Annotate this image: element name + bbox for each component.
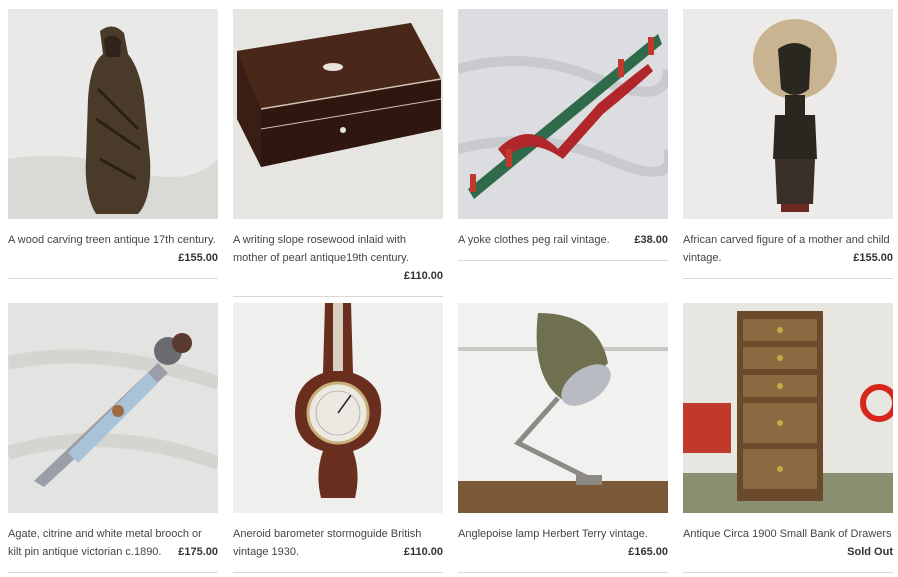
product-info: African carved figure of a mother and ch… <box>683 231 893 267</box>
product-info: Aneroid barometer stormoguide British vi… <box>233 525 443 561</box>
divider <box>683 278 893 279</box>
product-image-agate-brooch[interactable] <box>8 303 218 513</box>
product-price: £175.00 <box>178 546 218 558</box>
product-title[interactable]: Anglepoise lamp Herbert Terry vintage. <box>458 528 648 540</box>
product-price: £38.00 <box>634 234 668 246</box>
divider <box>8 278 218 279</box>
product-price: £110.00 <box>403 270 443 282</box>
product-image-yoke-peg-rail[interactable] <box>458 9 668 219</box>
product-info: Anglepoise lamp Herbert Terry vintage. £… <box>458 525 668 558</box>
product-info: Agate, citrine and white metal brooch or… <box>8 525 218 561</box>
product-image-writing-slope[interactable] <box>233 9 443 219</box>
product-image-barometer[interactable] <box>233 303 443 513</box>
product-price: £110.00 <box>403 546 443 558</box>
divider <box>233 572 443 573</box>
product-title[interactable]: A wood carving treen antique 17th centur… <box>8 234 216 246</box>
divider <box>233 296 443 297</box>
product-price: £165.00 <box>628 546 668 558</box>
product-image-wood-carving[interactable] <box>8 9 218 219</box>
divider <box>683 572 893 573</box>
divider <box>458 260 668 261</box>
product-image-bank-of-drawers[interactable] <box>683 303 893 513</box>
product-title[interactable]: Agate, citrine and white metal brooch or… <box>8 528 202 558</box>
product-title[interactable]: A writing slope rosewood inlaid with mot… <box>233 234 409 264</box>
product-price: £155.00 <box>178 252 218 264</box>
divider <box>8 572 218 573</box>
product-info: A writing slope rosewood inlaid with mot… <box>233 231 443 282</box>
divider <box>458 572 668 573</box>
product-image-anglepoise-lamp[interactable] <box>458 303 668 513</box>
product-info: A wood carving treen antique 17th centur… <box>8 231 218 264</box>
product-info: A yoke clothes peg rail vintage. £38.00 <box>458 231 668 249</box>
product-title[interactable]: Antique Circa 1900 Small Bank of Drawers <box>683 528 891 540</box>
product-info: Antique Circa 1900 Small Bank of Drawers… <box>683 525 893 558</box>
product-price: Sold Out <box>847 546 893 558</box>
product-grid: A wood carving treen antique 17th centur… <box>0 0 898 577</box>
product-title[interactable]: A yoke clothes peg rail vintage. <box>458 234 610 246</box>
product-image-african-figure[interactable] <box>683 9 893 219</box>
product-title[interactable]: Aneroid barometer stormoguide British vi… <box>233 528 421 558</box>
product-price: £155.00 <box>853 252 893 264</box>
